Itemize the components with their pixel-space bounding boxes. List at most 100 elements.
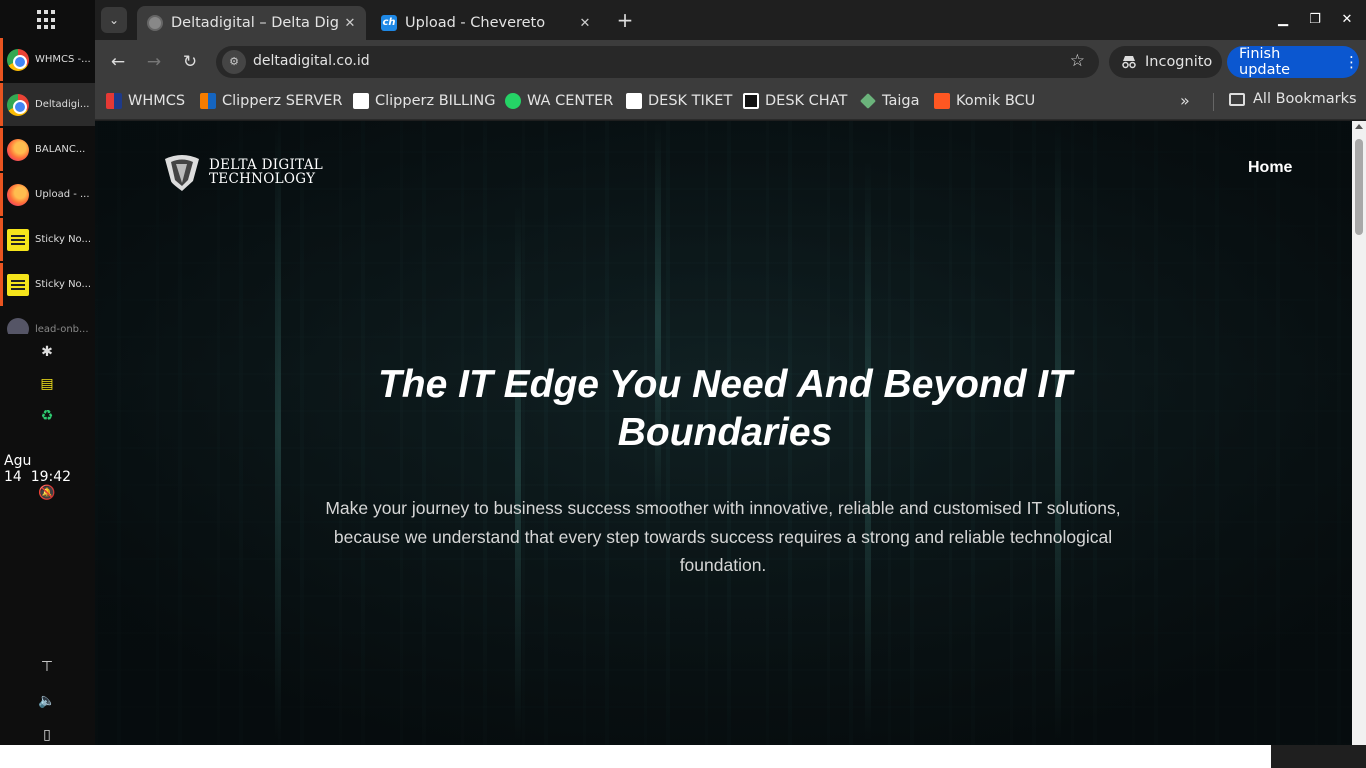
page-scrollbar[interactable] (1352, 121, 1366, 745)
show-apps-icon[interactable] (37, 10, 57, 30)
scroll-up-arrow-icon[interactable] (1355, 124, 1363, 129)
folder-icon (1229, 92, 1245, 106)
chrome-icon (7, 48, 29, 71)
bookmark-wa-center[interactable]: WA CENTER (505, 91, 613, 111)
page-next-section (0, 745, 1271, 768)
site-info-icon[interactable]: ⚙ (222, 50, 246, 74)
sticky-notes-icon[interactable]: ▤ (38, 375, 56, 393)
site-logo[interactable]: DELTA DIGITAL TECHNOLOGY (163, 153, 323, 191)
bookmarks-divider (1213, 93, 1214, 111)
incognito-icon (1122, 56, 1136, 69)
dock-item-label: Upload - ... (35, 189, 90, 200)
restore-button[interactable]: ❐ (1305, 10, 1325, 30)
shield-logo-icon (165, 155, 199, 191)
taiga-icon (860, 93, 876, 109)
dock-item-whmcs[interactable]: WHMCS -... (0, 38, 95, 81)
firefox-icon (7, 183, 29, 206)
dock-item-balance[interactable]: BALANC... (0, 128, 95, 171)
logo-line-1: DELTA DIGITAL (209, 157, 324, 173)
browser-window: ⌄ Deltadigital – Delta Digit ✕ ch Upload… (95, 0, 1366, 768)
address-bar[interactable]: ⚙ deltadigital.co.id ☆ (216, 46, 1099, 78)
logo-line-2: TECHNOLOGY (209, 171, 316, 187)
tab-search-button[interactable]: ⌄ (101, 7, 127, 33)
date-text: Agu 14 (4, 453, 32, 485)
bookmark-desk-chat[interactable]: DESK CHAT (743, 91, 847, 111)
battery-icon[interactable]: ▯ (38, 726, 56, 744)
blogger-icon (934, 93, 950, 109)
dock-item-label: lead-onb... (35, 324, 89, 334)
reload-button[interactable]: ↻ (178, 50, 202, 74)
desk-icon (743, 93, 759, 109)
dock-item-sticky-notes-2[interactable]: Sticky No... (0, 263, 95, 306)
chevron-right-icon[interactable]: » (1180, 91, 1190, 110)
bookmark-label: Taiga (882, 93, 920, 109)
dock-item-label: Deltadigi... (35, 99, 90, 110)
bookmark-label: WA CENTER (527, 93, 614, 109)
app-icon (7, 318, 29, 334)
clipperz-icon (200, 93, 216, 109)
network-icon[interactable]: ⊤ (38, 658, 56, 676)
whatsapp-icon (505, 93, 521, 109)
bookmark-label: Clipperz SERVER (222, 93, 343, 109)
bookmark-clipperz-billing[interactable]: Clipperz BILLING (353, 91, 495, 111)
sticky-notes-icon (7, 228, 29, 251)
bookmark-whmcs[interactable]: WHMCS (106, 91, 185, 111)
bookmarks-bar: WHMCS Clipperz SERVER Clipperz BILLING W… (95, 84, 1366, 120)
clock[interactable]: Agu 14 19:42 (4, 453, 95, 485)
back-button[interactable]: ← (106, 50, 130, 74)
bookmark-taiga[interactable]: Taiga (860, 91, 919, 111)
all-bookmarks-button[interactable]: All Bookmarks (1229, 91, 1357, 107)
bookmark-label: DESK CHAT (765, 93, 848, 109)
bookmark-clipperz-server[interactable]: Clipperz SERVER (200, 91, 343, 111)
finish-update-label: Finish update (1239, 46, 1291, 78)
tab-upload-chevereto[interactable]: ch Upload - Chevereto ✕ (371, 6, 601, 40)
incognito-button[interactable]: Incognito (1109, 46, 1222, 78)
hero-title: The IT Edge You Need And Beyond IT Bound… (377, 363, 1073, 454)
browser-toolbar: ← → ↻ ⚙ deltadigital.co.id ☆ Incognito F… (95, 40, 1366, 84)
finish-update-button[interactable]: Finish update ⋮ (1227, 46, 1359, 78)
clipperz-icon (353, 93, 369, 109)
time-text: 19:42 (30, 469, 72, 485)
nav-link-home[interactable]: Home (1248, 159, 1292, 177)
sticky-notes-icon (7, 273, 29, 296)
background-streak (515, 201, 521, 741)
dock-item-deltadigital[interactable]: Deltadigi... (0, 83, 95, 126)
scrollbar-thumb[interactable] (1355, 139, 1363, 235)
incognito-label: Incognito (1145, 54, 1213, 70)
whmcs-icon (106, 93, 122, 109)
bookmark-label: WHMCS (128, 93, 186, 109)
background-streak (655, 121, 661, 521)
volume-icon[interactable]: 🔈 (38, 692, 56, 710)
dock-item-label: Sticky No... (35, 279, 91, 290)
desk-icon (626, 93, 642, 109)
more-vertical-icon: ⋮ (1344, 53, 1359, 71)
dock-item-upload[interactable]: Upload - ... (0, 173, 95, 216)
close-icon[interactable]: ✕ (340, 16, 360, 31)
tab-title: Deltadigital – Delta Digit (171, 15, 340, 31)
all-bookmarks-label: All Bookmarks (1253, 91, 1357, 107)
url-text[interactable]: deltadigital.co.id (253, 53, 370, 69)
notifications-muted-icon[interactable]: 🔕 (38, 484, 56, 502)
bookmark-label: Clipperz BILLING (375, 93, 496, 109)
dock-item-lead-onboarding[interactable]: lead-onb... (0, 310, 95, 334)
new-tab-button[interactable]: + (615, 10, 635, 30)
tab-deltadigital[interactable]: Deltadigital – Delta Digit ✕ (137, 6, 366, 40)
close-icon[interactable]: ✕ (575, 16, 595, 31)
bookmark-label: Komik BCU (956, 93, 1036, 109)
bookmark-star-icon[interactable]: ☆ (1070, 51, 1085, 71)
bookmark-komik-bcu[interactable]: Komik BCU (934, 91, 1035, 111)
tab-strip: ⌄ Deltadigital – Delta Digit ✕ ch Upload… (95, 0, 1366, 40)
hero-subtitle: Make your journey to business success sm… (325, 498, 1121, 575)
dock-item-label: Sticky No... (35, 234, 91, 245)
tab-title: Upload - Chevereto (405, 15, 546, 31)
ubuntu-dock: WHMCS -... Deltadigi... BALANC... Upload… (0, 0, 95, 768)
minimize-button[interactable]: ▁ (1273, 10, 1293, 30)
dock-item-sticky-notes-1[interactable]: Sticky No... (0, 218, 95, 261)
dock-item-label: BALANC... (35, 144, 86, 155)
forward-button[interactable]: → (142, 50, 166, 74)
bookmark-desk-tiket[interactable]: DESK TIKET (626, 91, 732, 111)
background-streak (275, 121, 281, 741)
close-window-button[interactable]: ✕ (1337, 10, 1357, 30)
recycle-icon[interactable]: ♻ (38, 407, 56, 425)
slack-icon[interactable]: ✱ (38, 343, 56, 361)
